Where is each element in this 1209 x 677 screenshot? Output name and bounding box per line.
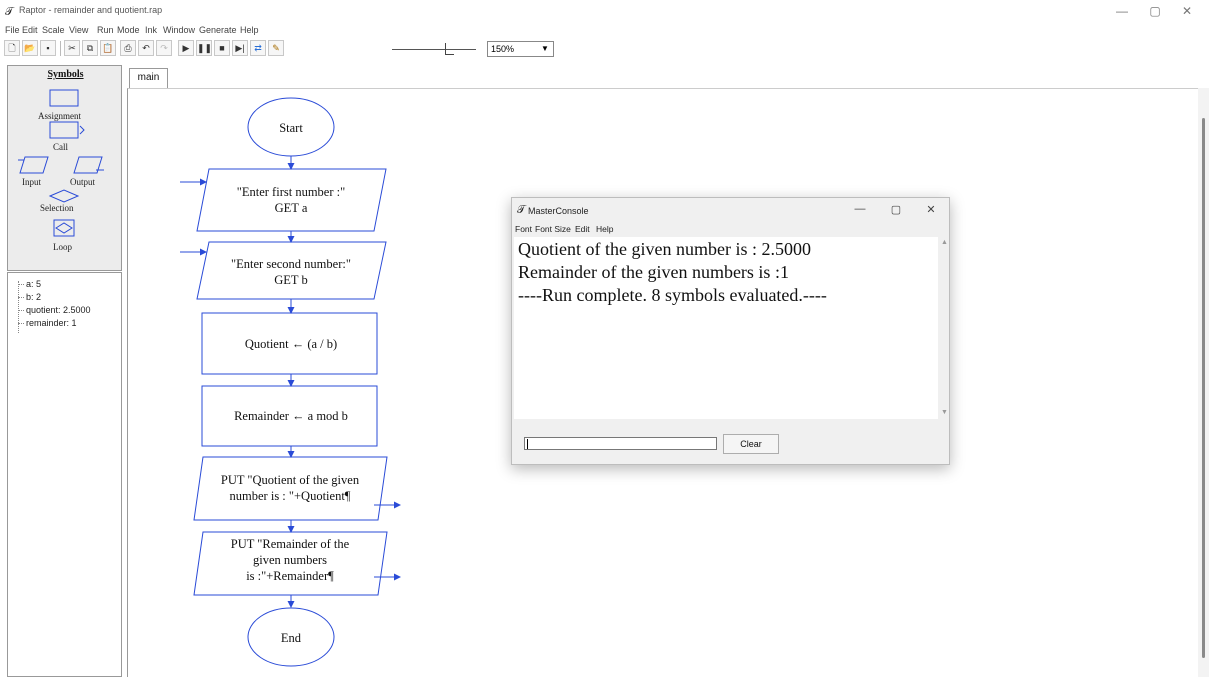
play-icon[interactable]: ▶ — [178, 40, 194, 56]
raptor-logo-icon: 𝒯 — [517, 204, 526, 216]
text-caret — [527, 439, 528, 449]
selection-symbol[interactable] — [48, 189, 80, 203]
watch-item-b[interactable]: b: 2 — [18, 292, 41, 302]
menu-window[interactable]: Window — [163, 25, 195, 35]
menu-generate[interactable]: Generate — [199, 25, 237, 35]
loop-symbol[interactable] — [53, 219, 75, 237]
clear-button[interactable]: Clear — [723, 434, 779, 454]
menu-run[interactable]: Run — [97, 25, 114, 35]
stop-icon[interactable]: ■ — [214, 40, 230, 56]
test-server-icon[interactable]: ⇄ — [250, 40, 266, 56]
output2-line3: is :"+Remainder¶ — [246, 569, 334, 583]
symbol-label-selection: Selection — [40, 203, 74, 213]
console-line: Remainder of the given numbers is :1 — [518, 262, 789, 282]
output1-line2: number is : "+Quotient¶ — [230, 489, 351, 503]
output2-line1: PUT "Remainder of the — [231, 537, 350, 551]
start-label: Start — [279, 121, 303, 135]
raptor-app: 𝒯 Raptor - remainder and quotient.rap — … — [0, 0, 1209, 677]
speed-slider-track[interactable] — [392, 49, 476, 50]
menu-edit[interactable]: Edit — [22, 25, 38, 35]
zoom-select[interactable]: 150% ▼ — [487, 41, 554, 57]
console-close-button[interactable]: ✕ — [922, 203, 940, 216]
console-maximize-button[interactable]: ▢ — [887, 203, 905, 216]
chevron-down-icon[interactable]: ▼ — [539, 43, 551, 55]
symbol-label-call: Call — [53, 142, 68, 152]
master-console-window: 𝒯 MasterConsole — ▢ ✕ Font Font Size Edi… — [511, 197, 950, 465]
window-title: Raptor - remainder and quotient.rap — [19, 5, 163, 15]
symbol-label-loop: Loop — [53, 242, 72, 252]
console-line: ----Run complete. 8 symbols evaluated.--… — [518, 285, 827, 305]
loop-diamond — [55, 222, 73, 234]
pause-icon[interactable]: ❚❚ — [196, 40, 212, 56]
pen-icon[interactable]: ✎ — [268, 40, 284, 56]
open-icon[interactable]: 📂 — [22, 40, 38, 56]
input2-prompt: "Enter second number:" — [231, 257, 351, 271]
console-output[interactable]: Quotient of the given number is : 2.5000… — [514, 237, 938, 419]
menu-bar: File Edit Scale View Run Mode Ink Window… — [0, 24, 500, 38]
assign1-text: Quotient ← (a / b) — [245, 337, 337, 351]
console-menu-font[interactable]: Font — [515, 224, 532, 234]
scroll-down-icon[interactable]: ▼ — [941, 409, 948, 416]
scrollbar-thumb[interactable] — [1202, 118, 1205, 658]
minimize-button[interactable]: — — [1112, 4, 1132, 18]
menu-ink[interactable]: Ink — [145, 25, 157, 35]
console-title: MasterConsole — [528, 206, 589, 216]
speed-slider-thumb[interactable] — [445, 43, 454, 55]
symbol-label-input: Input — [22, 177, 41, 187]
console-input[interactable] — [524, 437, 717, 450]
tab-main[interactable]: main — [129, 68, 168, 88]
output1-line1: PUT "Quotient of the given — [221, 473, 360, 487]
console-minimize-button[interactable]: — — [851, 203, 869, 215]
scroll-up-icon[interactable]: ▲ — [941, 239, 948, 246]
symbols-panel: Symbols Assignment Call Input Output Sel… — [7, 65, 122, 271]
undo-icon[interactable]: ↶ — [138, 40, 154, 56]
assignment-symbol[interactable] — [49, 89, 79, 107]
menu-help[interactable]: Help — [240, 25, 259, 35]
watch-item-remainder[interactable]: remainder: 1 — [18, 318, 77, 328]
step-icon[interactable]: ▶| — [232, 40, 248, 56]
canvas-scrollbar[interactable] — [1198, 88, 1209, 677]
watch-item-a[interactable]: a: 5 — [18, 279, 41, 289]
title-bar: 𝒯 Raptor - remainder and quotient.rap — … — [0, 0, 1209, 24]
print-icon[interactable]: ⎙ — [120, 40, 136, 56]
redo-icon[interactable]: ↷ — [156, 40, 172, 56]
console-menu-font-size[interactable]: Font Size — [535, 224, 571, 234]
toolbar-separator — [60, 41, 61, 56]
console-line: Quotient of the given number is : 2.5000 — [518, 239, 811, 259]
menu-view[interactable]: View — [69, 25, 88, 35]
input-symbol[interactable] — [19, 156, 49, 174]
console-menu-help[interactable]: Help — [596, 224, 613, 234]
menu-scale[interactable]: Scale — [42, 25, 65, 35]
output-symbol[interactable] — [73, 156, 103, 174]
output2-line2: given numbers — [253, 553, 327, 567]
zoom-value: 150% — [491, 44, 515, 54]
close-button[interactable]: ✕ — [1177, 4, 1197, 18]
maximize-button[interactable]: ▢ — [1145, 4, 1165, 18]
assign2-text: Remainder ← a mod b — [234, 409, 348, 423]
cut-icon[interactable]: ✂ — [64, 40, 80, 56]
menu-file[interactable]: File — [5, 25, 20, 35]
call-symbol[interactable] — [49, 121, 79, 139]
input2-get: GET b — [274, 273, 307, 287]
variable-watch-panel: a: 5 b: 2 quotient: 2.5000 remainder: 1 — [7, 272, 122, 677]
raptor-logo-icon: 𝒯 — [5, 6, 14, 18]
symbol-label-output: Output — [70, 177, 96, 187]
input1-get: GET a — [275, 201, 308, 215]
console-scrollbar[interactable]: ▲ ▼ — [940, 237, 949, 419]
new-icon[interactable]: 🗋 — [4, 40, 20, 56]
toolbar: 🗋 📂 ▪ ✂ ⧉ 📋 ⎙ ↶ ↷ ▶ ❚❚ ■ ▶| ⇄ ✎ 150% ▼ — [0, 38, 1209, 64]
end-label: End — [281, 631, 302, 645]
watch-item-quotient[interactable]: quotient: 2.5000 — [18, 305, 91, 315]
symbol-label-assignment: Assignment — [38, 111, 82, 121]
console-menu-edit[interactable]: Edit — [575, 224, 590, 234]
symbols-title: Symbols — [47, 69, 84, 80]
save-icon[interactable]: ▪ — [40, 40, 56, 56]
call-arrow-icon — [79, 125, 85, 135]
paste-icon[interactable]: 📋 — [100, 40, 116, 56]
input-first-number[interactable] — [196, 168, 387, 232]
input1-prompt: "Enter first number :" — [237, 185, 345, 199]
menu-mode[interactable]: Mode — [117, 25, 140, 35]
copy-icon[interactable]: ⧉ — [82, 40, 98, 56]
